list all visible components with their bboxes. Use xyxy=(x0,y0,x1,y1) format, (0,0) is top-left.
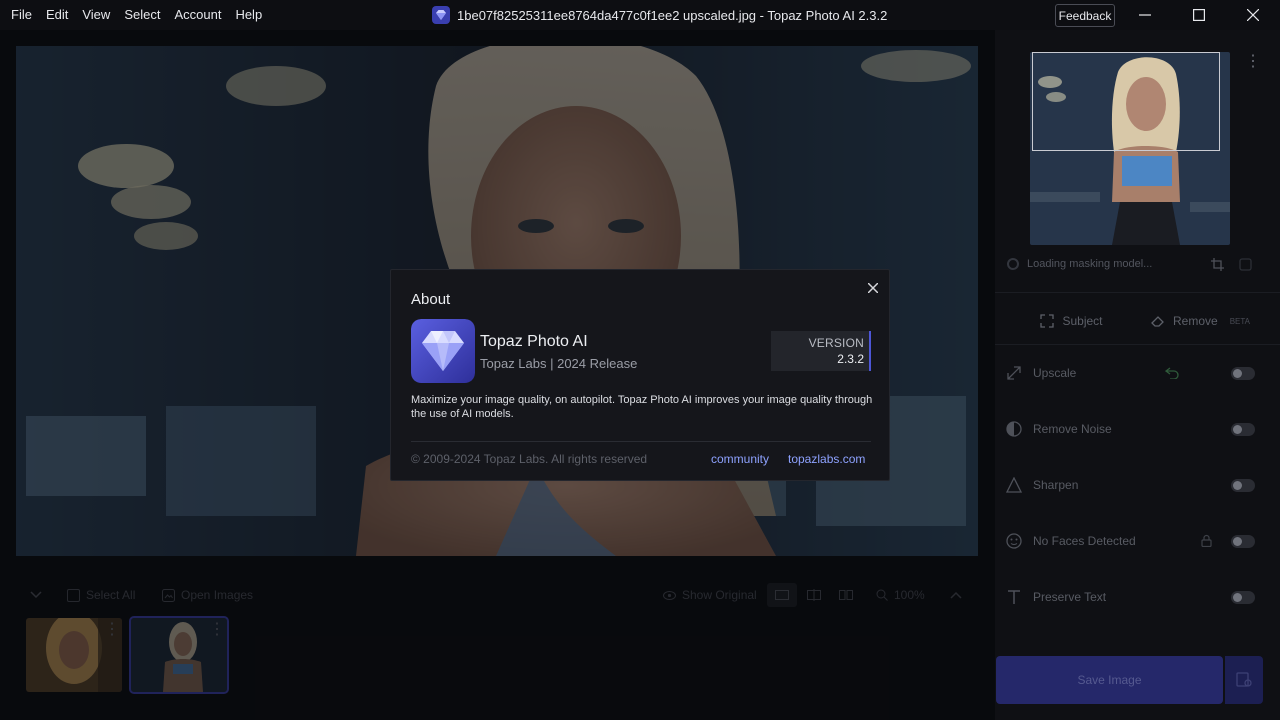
masking-status: Loading masking model... xyxy=(1007,258,1152,270)
image-icon xyxy=(162,588,175,602)
filter-label: Remove Noise xyxy=(1033,422,1112,436)
minimize-icon[interactable] xyxy=(1118,0,1172,30)
expand-chevron-icon[interactable] xyxy=(950,580,962,610)
upscale-icon xyxy=(1005,364,1023,382)
checkbox-icon xyxy=(67,588,80,602)
export-settings-icon xyxy=(1236,672,1252,687)
side-by-side-icon xyxy=(839,590,853,600)
menu-edit[interactable]: Edit xyxy=(39,0,75,30)
window-title-text: 1be07f82525311ee8764da477c0f1ee2 upscale… xyxy=(457,7,888,23)
menu-file[interactable]: File xyxy=(4,0,39,30)
dialog-title: About xyxy=(411,291,451,308)
preserve-text-toggle[interactable] xyxy=(1231,591,1255,604)
open-images-label: Open Images xyxy=(181,588,254,602)
loading-spinner-icon xyxy=(1007,258,1019,270)
filter-label: No Faces Detected xyxy=(1033,534,1136,548)
remove-button[interactable]: Remove BETA xyxy=(1136,308,1265,334)
subject-button[interactable]: Subject xyxy=(1007,308,1136,334)
filter-upscale[interactable]: Upscale xyxy=(1005,360,1255,386)
navigator-viewport[interactable] xyxy=(1032,52,1220,151)
crop-icon[interactable] xyxy=(1211,258,1224,271)
app-description: Maximize your image quality, on autopilo… xyxy=(411,394,873,420)
zoom-level: 100% xyxy=(894,588,925,602)
zoom-control[interactable]: 100% xyxy=(876,580,925,610)
beta-badge: BETA xyxy=(1229,316,1250,326)
right-panel: ⋮ Loading masking model... Subject Remov… xyxy=(995,30,1280,720)
single-view-button[interactable] xyxy=(767,583,797,607)
remove-noise-toggle[interactable] xyxy=(1231,423,1255,436)
window-title: 1be07f82525311ee8764da477c0f1ee2 upscale… xyxy=(432,0,887,30)
subject-label: Subject xyxy=(1062,314,1103,328)
title-bar: File Edit View Select Account Help 1be07… xyxy=(0,0,1280,30)
filter-sharpen[interactable]: Sharpen xyxy=(1005,472,1255,498)
menu-view[interactable]: View xyxy=(75,0,117,30)
navigator-menu-icon[interactable]: ⋮ xyxy=(1245,54,1261,70)
community-link[interactable]: community xyxy=(711,452,769,466)
copyright-text: © 2009-2024 Topaz Labs. All rights reser… xyxy=(411,452,648,466)
menu-help[interactable]: Help xyxy=(228,0,269,30)
panel-divider xyxy=(995,344,1280,345)
split-view-icon xyxy=(807,589,821,601)
mask-settings-icon[interactable] xyxy=(1239,258,1252,271)
thumbnail-menu-icon[interactable]: ⋮ xyxy=(209,622,225,638)
undo-icon[interactable] xyxy=(1165,367,1179,379)
text-icon xyxy=(1005,588,1023,606)
zoom-icon xyxy=(876,589,888,601)
subject-select-icon xyxy=(1040,314,1055,328)
export-settings-button[interactable] xyxy=(1225,656,1263,704)
filter-label: Preserve Text xyxy=(1033,590,1107,604)
filter-label: Sharpen xyxy=(1033,478,1079,492)
show-original-label: Show Original xyxy=(682,588,757,602)
eraser-icon xyxy=(1151,316,1164,327)
sharpen-icon xyxy=(1005,476,1023,494)
eye-icon xyxy=(663,590,676,600)
split-view-button[interactable] xyxy=(799,583,829,607)
faces-toggle[interactable] xyxy=(1231,535,1255,548)
filter-faces[interactable]: No Faces Detected xyxy=(1005,528,1255,554)
thumbnail-menu-icon[interactable]: ⋮ xyxy=(104,622,120,638)
dialog-close-icon[interactable] xyxy=(865,280,881,296)
menu-bar: File Edit View Select Account Help xyxy=(0,0,269,30)
collapse-chevron-icon[interactable] xyxy=(30,580,42,610)
app-gem-icon xyxy=(432,6,450,24)
noise-icon xyxy=(1005,420,1023,438)
version-box: VERSION 2.3.2 xyxy=(771,331,871,371)
menu-select[interactable]: Select xyxy=(117,0,167,30)
app-name: Topaz Photo AI xyxy=(480,333,588,350)
remove-label: Remove xyxy=(1173,314,1218,328)
select-all-label: Select All xyxy=(86,588,136,602)
dialog-divider xyxy=(411,441,871,442)
app-publisher: Topaz Labs | 2024 Release xyxy=(480,356,638,371)
upscale-toggle[interactable] xyxy=(1231,367,1255,380)
about-dialog: About Topaz Photo AI Topaz Labs | 2024 R… xyxy=(390,269,890,481)
feedback-button[interactable]: Feedback xyxy=(1055,4,1115,27)
filter-preserve-text[interactable]: Preserve Text xyxy=(1005,584,1255,610)
app-window: File Edit View Select Account Help 1be07… xyxy=(0,0,1280,720)
save-image-button[interactable]: Save Image xyxy=(996,656,1223,704)
filter-remove-noise[interactable]: Remove Noise xyxy=(1005,416,1255,442)
maximize-icon[interactable] xyxy=(1172,0,1226,30)
open-images-button[interactable]: Open Images xyxy=(162,580,253,610)
single-view-icon xyxy=(775,590,789,600)
website-link[interactable]: topazlabs.com xyxy=(788,452,865,466)
bottom-toolbar: Select All Open Images Show Original 100… xyxy=(16,580,978,610)
lock-icon xyxy=(1201,534,1212,547)
app-logo xyxy=(411,319,475,383)
close-icon[interactable] xyxy=(1226,0,1280,30)
side-by-side-button[interactable] xyxy=(831,583,861,607)
face-icon xyxy=(1005,532,1023,550)
menu-account[interactable]: Account xyxy=(167,0,228,30)
sharpen-toggle[interactable] xyxy=(1231,479,1255,492)
version-label: VERSION xyxy=(808,336,864,350)
masking-status-text: Loading masking model... xyxy=(1027,258,1153,270)
panel-divider xyxy=(995,292,1280,293)
version-number: 2.3.2 xyxy=(837,352,864,366)
image-thumbnail[interactable]: ⋮ xyxy=(26,618,122,692)
select-all-checkbox[interactable]: Select All xyxy=(67,580,135,610)
filter-label: Upscale xyxy=(1033,366,1077,380)
selection-tabs: Subject Remove BETA xyxy=(1007,308,1265,334)
show-original-button[interactable]: Show Original xyxy=(663,580,757,610)
image-thumbnail-selected[interactable]: ⋮ xyxy=(129,616,229,694)
